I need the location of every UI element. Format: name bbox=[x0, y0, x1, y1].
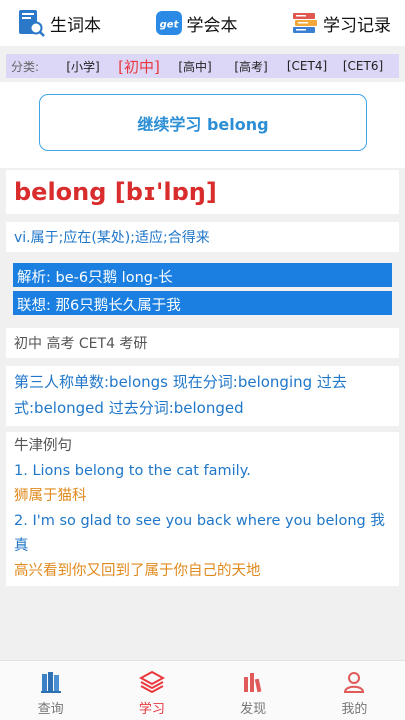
tab-mine[interactable]: 我的 bbox=[304, 661, 405, 720]
person-icon bbox=[344, 672, 365, 693]
example-1-cn: 狮属于猫科 bbox=[14, 488, 87, 504]
study-history-button[interactable]: 学习记录 bbox=[291, 9, 391, 37]
examples-title: 牛津例句 bbox=[14, 438, 72, 454]
tab-search[interactable]: 查询 bbox=[0, 661, 101, 720]
learned-book-button[interactable]: get 学会本 bbox=[155, 9, 238, 37]
tab-study-label: 学习 bbox=[138, 702, 165, 717]
category-label: 分类: bbox=[11, 59, 40, 74]
continue-panel: 继续学习 belong bbox=[0, 82, 405, 168]
headword: belong [bɪ'lɒŋ] bbox=[6, 170, 399, 214]
example-2-line1: 2. I'm so glad to see you back where you… bbox=[14, 513, 385, 554]
word-forms: 第三人称单数:belongs 现在分词:belonging 过去 式:belon… bbox=[6, 366, 399, 426]
books-icon bbox=[40, 672, 61, 693]
bottom-nav: 查询 学习 发现 我的 bbox=[0, 660, 405, 720]
category-cet4[interactable]: [CET4] bbox=[279, 59, 335, 73]
category-primary[interactable]: [小学] bbox=[55, 58, 111, 75]
learned-book-label: 学会本 bbox=[186, 15, 238, 36]
layers-icon bbox=[138, 670, 165, 694]
example-sentences: 牛津例句 1. Lions belong to the cat family. … bbox=[6, 432, 399, 586]
vocab-book-button[interactable]: 生词本 bbox=[16, 8, 101, 38]
category-senior-high[interactable]: [高中] bbox=[167, 58, 223, 75]
study-history-label: 学习记录 bbox=[323, 15, 391, 36]
word-association: 联想: 那6只鹅长久属于我 bbox=[13, 291, 392, 315]
tab-discover-label: 发现 bbox=[240, 702, 267, 717]
category-junior-high[interactable]: [初中] bbox=[111, 56, 167, 77]
word-meaning: vi.属于;应在(某处);适应;合得来 bbox=[6, 222, 399, 252]
category-cet6[interactable]: [CET6] bbox=[335, 59, 391, 73]
category-gaokao[interactable]: [高考] bbox=[223, 58, 279, 75]
bars-icon bbox=[244, 673, 262, 693]
example-1-en: 1. Lions belong to the cat family. bbox=[14, 463, 251, 479]
get-badge-icon: get bbox=[155, 11, 182, 35]
word-levels: 初中 高考 CET4 考研 bbox=[6, 328, 399, 358]
tab-discover[interactable]: 发现 bbox=[203, 661, 304, 720]
word-forms-line1: 第三人称单数:belongs 现在分词:belonging 过去 bbox=[14, 373, 347, 391]
tab-search-label: 查询 bbox=[37, 702, 64, 717]
top-bar: 生词本 get 学会本 学习记录 bbox=[0, 0, 405, 46]
continue-learning-button[interactable]: 继续学习 belong bbox=[39, 94, 367, 151]
word-analysis: 解析: be-6只鹅 long-长 bbox=[13, 263, 392, 287]
svg-text:get: get bbox=[159, 20, 179, 31]
category-bar: 分类: [小学] [初中] [高中] [高考] [CET4] [CET6] bbox=[6, 54, 399, 78]
vocab-book-label: 生词本 bbox=[50, 15, 101, 36]
books-stack-icon bbox=[293, 13, 317, 33]
tab-mine-label: 我的 bbox=[341, 702, 368, 717]
vocab-book-icon bbox=[19, 10, 45, 37]
example-2-line2: 高兴看到你又回到了属于你自己的天地 bbox=[14, 563, 261, 579]
tab-study[interactable]: 学习 bbox=[101, 661, 202, 720]
word-forms-line2: 式:belonged 过去分词:belonged bbox=[14, 399, 244, 417]
